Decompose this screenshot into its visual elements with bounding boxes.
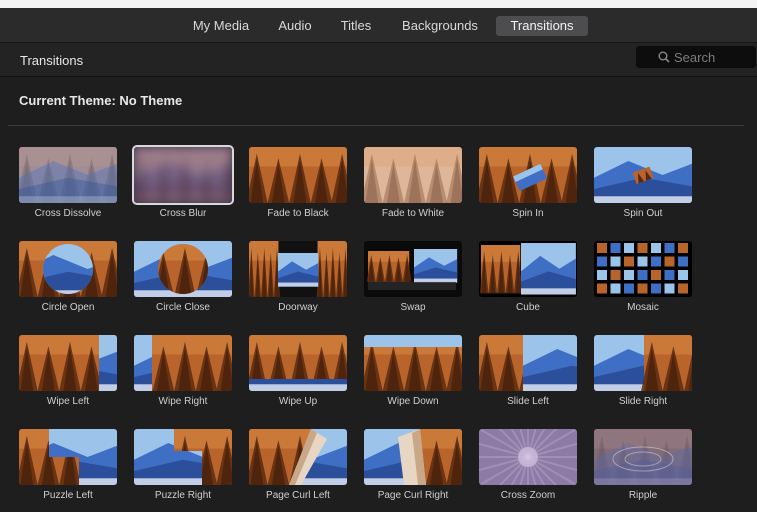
transition-thumbnail[interactable] — [364, 335, 462, 391]
transition-ripple[interactable]: Ripple — [594, 429, 692, 503]
transition-label: Page Curl Right — [377, 490, 449, 501]
transition-label: Wipe Left — [46, 396, 90, 407]
transition-fade-to-black[interactable]: Fade to Black — [249, 147, 347, 221]
transition-thumbnail[interactable] — [134, 429, 232, 485]
transition-label: Wipe Up — [278, 396, 318, 407]
transition-mosaic[interactable]: Mosaic — [594, 241, 692, 315]
transition-cube[interactable]: Cube — [479, 241, 577, 315]
transition-label: Wipe Right — [158, 396, 208, 407]
transition-slide-right[interactable]: Slide Right — [594, 335, 692, 409]
transition-thumbnail[interactable] — [134, 241, 232, 297]
transition-circle-close[interactable]: Circle Close — [134, 241, 232, 315]
transition-label: Circle Close — [156, 302, 210, 313]
transition-label: Wipe Down — [387, 396, 439, 407]
transition-wipe-right[interactable]: Wipe Right — [134, 335, 232, 409]
transition-thumbnail[interactable] — [249, 241, 347, 297]
transition-swap[interactable]: Swap — [364, 241, 462, 315]
transition-label: Slide Left — [507, 396, 549, 407]
transition-thumbnail[interactable] — [479, 241, 577, 297]
transition-label: Fade to Black — [267, 208, 329, 219]
transition-label: Cube — [516, 302, 540, 313]
transition-cross-dissolve[interactable]: Cross Dissolve — [19, 147, 117, 221]
transition-slide-left[interactable]: Slide Left — [479, 335, 577, 409]
transition-thumbnail[interactable] — [479, 429, 577, 485]
transition-label: Cross Dissolve — [34, 208, 102, 219]
transitions-grid: Cross Dissolve Cross Blur Fade to Black Fad… — [0, 0, 757, 512]
transition-page-curl-right[interactable]: Page Curl Right — [364, 429, 462, 503]
transition-label: Swap — [400, 302, 426, 313]
transition-label: Puzzle Left — [43, 490, 93, 501]
transition-thumbnail[interactable] — [134, 335, 232, 391]
transition-label: Slide Right — [618, 396, 668, 407]
transition-thumbnail[interactable] — [479, 335, 577, 391]
transition-spin-in[interactable]: Spin In — [479, 147, 577, 221]
transition-thumbnail[interactable] — [364, 241, 462, 297]
transition-thumbnail[interactable] — [594, 147, 692, 203]
transition-label: Ripple — [628, 490, 658, 501]
transition-thumbnail[interactable] — [19, 429, 117, 485]
transition-thumbnail[interactable] — [594, 429, 692, 485]
transition-thumbnail[interactable] — [594, 241, 692, 297]
transition-label: Doorway — [278, 302, 318, 313]
transition-cross-blur[interactable]: Cross Blur — [134, 147, 232, 221]
transition-thumbnail[interactable] — [364, 429, 462, 485]
transition-wipe-up[interactable]: Wipe Up — [249, 335, 347, 409]
transition-thumbnail[interactable] — [19, 147, 117, 203]
transition-label: Page Curl Left — [266, 490, 330, 501]
transition-spin-out[interactable]: Spin Out — [594, 147, 692, 221]
transition-thumbnail[interactable] — [249, 147, 347, 203]
transition-label: Mosaic — [627, 302, 659, 313]
transition-label: Spin In — [512, 208, 544, 219]
transition-thumbnail[interactable] — [19, 335, 117, 391]
transition-label: Fade to White — [381, 208, 445, 219]
transition-cross-zoom[interactable]: Cross Zoom — [479, 429, 577, 503]
transition-puzzle-right[interactable]: Puzzle Right — [134, 429, 232, 503]
transition-thumbnail[interactable] — [19, 241, 117, 297]
transition-thumbnail[interactable] — [249, 429, 347, 485]
transition-puzzle-left[interactable]: Puzzle Left — [19, 429, 117, 503]
transition-wipe-down[interactable]: Wipe Down — [364, 335, 462, 409]
transition-label: Spin Out — [623, 208, 663, 219]
transition-thumbnail[interactable] — [364, 147, 462, 203]
transition-doorway[interactable]: Doorway — [249, 241, 347, 315]
transition-circle-open[interactable]: Circle Open — [19, 241, 117, 315]
transition-label: Cross Blur — [159, 208, 207, 219]
transition-thumbnail[interactable] — [594, 335, 692, 391]
transition-thumbnail[interactable] — [249, 335, 347, 391]
transition-thumbnail[interactable] — [479, 147, 577, 203]
transition-label: Cross Zoom — [500, 490, 556, 501]
transition-fade-to-white[interactable]: Fade to White — [364, 147, 462, 221]
transition-label: Puzzle Right — [154, 490, 212, 501]
transition-thumbnail[interactable] — [134, 147, 232, 203]
transition-wipe-left[interactable]: Wipe Left — [19, 335, 117, 409]
transition-page-curl-left[interactable]: Page Curl Left — [249, 429, 347, 503]
transition-label: Circle Open — [41, 302, 95, 313]
